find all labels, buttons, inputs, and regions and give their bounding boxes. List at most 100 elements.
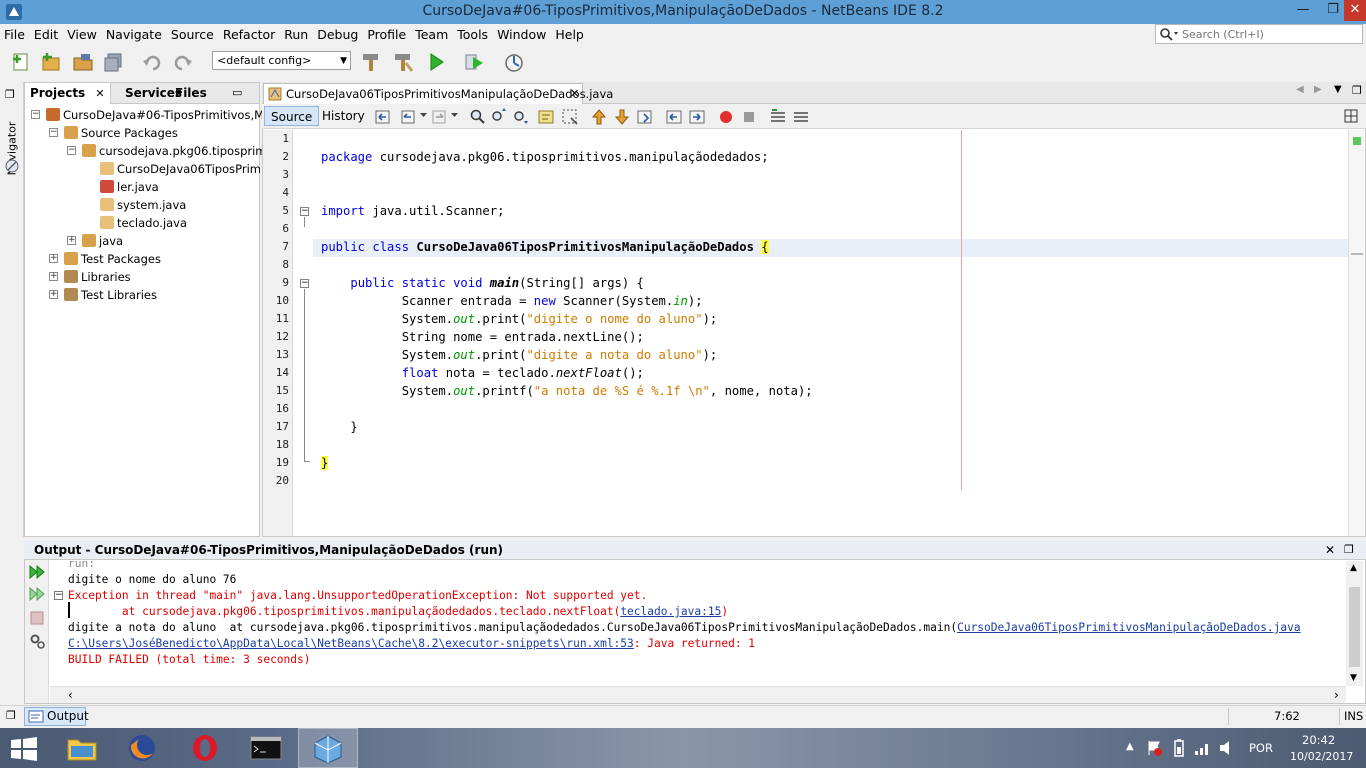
previous-bookmark-icon[interactable] <box>590 108 608 126</box>
restore-minimized-icon[interactable]: ❐ <box>6 709 16 722</box>
menu-team[interactable]: Team <box>411 24 453 46</box>
scroll-tabs-left-icon[interactable]: ◀ <box>1296 84 1304 95</box>
new-project-icon[interactable] <box>40 51 62 73</box>
stop-icon[interactable] <box>29 610 45 626</box>
uncomment-icon[interactable] <box>792 108 810 126</box>
close-tab-icon[interactable]: ✕ <box>570 84 579 104</box>
code-area[interactable]: package cursodejava.pkg06.tiposprimitivo… <box>321 130 1346 536</box>
menu-help[interactable]: Help <box>551 24 589 46</box>
clock-date[interactable]: 10/02/2017 <box>1290 750 1353 763</box>
shift-right-icon[interactable] <box>688 108 706 126</box>
editor-tab-active[interactable]: CursoDeJava06TiposPrimitivosManipulaçãoD… <box>263 83 613 104</box>
scroll-left-icon[interactable]: ‹ <box>68 688 73 702</box>
forward-dropdown-icon[interactable] <box>451 113 458 118</box>
run-icon[interactable] <box>425 51 447 73</box>
action-center-flag-icon[interactable] <box>1146 739 1162 757</box>
settings-icon[interactable] <box>28 632 46 650</box>
tree-expander-icon[interactable]: + <box>49 272 58 281</box>
undo-icon[interactable] <box>141 51 163 73</box>
restore-output-icon[interactable]: ❐ <box>1344 541 1354 559</box>
tree-expander-icon[interactable]: + <box>49 290 58 299</box>
rerun-icon[interactable] <box>28 564 46 580</box>
output-console[interactable]: run: digite o nome do aluno 76 Exception… <box>50 561 1346 686</box>
fold-import-icon[interactable]: − <box>300 207 309 216</box>
teclado-link[interactable]: teclado.java:15 <box>620 605 721 618</box>
start-macro-record-icon[interactable] <box>718 109 734 125</box>
tree-item[interactable]: Libraries <box>64 268 131 286</box>
close-button[interactable]: ✕ <box>1344 0 1366 21</box>
source-button[interactable]: Source <box>264 106 320 126</box>
config-select[interactable]: <default config> ▼ <box>212 51 351 70</box>
last-edit-icon[interactable] <box>374 108 392 126</box>
tree-expander-icon[interactable]: − <box>49 128 58 137</box>
run-xml-link[interactable]: C:\Users\JoséBenedicto\AppData\Local\Net… <box>68 637 634 650</box>
menu-run[interactable]: Run <box>280 24 313 46</box>
history-button[interactable]: History <box>316 106 371 126</box>
tree-expander-icon[interactable]: − <box>31 110 40 119</box>
search-box[interactable] <box>1155 24 1363 44</box>
find-previous-icon[interactable] <box>490 108 508 126</box>
toggle-rect-selection-icon[interactable] <box>561 108 579 126</box>
minimize-button[interactable]: — <box>1288 0 1318 21</box>
comment-icon[interactable] <box>769 108 787 126</box>
stop-macro-record-icon[interactable] <box>741 109 757 125</box>
menu-edit[interactable]: Edit <box>30 24 63 46</box>
shift-left-icon[interactable] <box>665 108 683 126</box>
close-icon[interactable]: ✕ <box>95 87 104 100</box>
tree-item[interactable]: java <box>82 232 123 250</box>
back-dropdown-icon[interactable] <box>420 113 427 118</box>
tab-files[interactable]: Files <box>170 83 212 104</box>
menu-window[interactable]: Window <box>493 24 551 46</box>
minimize-panel-icon[interactable]: ▭ <box>232 86 242 99</box>
taskbar-firefox[interactable] <box>113 728 173 768</box>
maximize-editor-icon[interactable]: ❐ <box>1352 84 1362 97</box>
save-all-icon[interactable] <box>103 51 125 73</box>
tree-item[interactable]: system.java <box>100 196 186 214</box>
tree-item[interactable]: CursoDeJava06TiposPrimitiv <box>100 160 279 178</box>
scroll-down-icon[interactable]: ▼ <box>1350 673 1357 683</box>
menu-file[interactable]: File <box>0 24 30 46</box>
tab-list-dropdown-icon[interactable]: ▼ <box>1334 84 1342 95</box>
new-file-icon[interactable] <box>10 51 32 73</box>
battery-icon[interactable] <box>1170 738 1188 758</box>
open-project-icon[interactable] <box>72 51 94 73</box>
menu-source[interactable]: Source <box>167 24 219 46</box>
search-input[interactable] <box>1182 27 1358 41</box>
menu-tools[interactable]: Tools <box>453 24 493 46</box>
collapse-exception-icon[interactable]: − <box>54 591 63 600</box>
tree-expander-icon[interactable]: + <box>67 236 76 245</box>
redo-icon[interactable] <box>172 51 194 73</box>
back-icon[interactable] <box>399 108 417 126</box>
main-class-link[interactable]: CursoDeJava06TiposPrimitivosManipulaçãoD… <box>957 621 1301 634</box>
output-vertical-scrollbar[interactable]: ▲ ▼ <box>1346 561 1363 686</box>
menu-profile[interactable]: Profile <box>363 24 411 46</box>
tree-item[interactable]: Test Libraries <box>64 286 157 304</box>
menu-debug[interactable]: Debug <box>313 24 363 46</box>
show-hidden-icons-icon[interactable]: ▲ <box>1126 741 1134 752</box>
forward-icon[interactable] <box>430 108 448 126</box>
taskbar-opera[interactable] <box>175 728 235 768</box>
toggle-bookmark-icon[interactable] <box>636 108 654 126</box>
tree-item[interactable]: ler.java <box>100 178 159 196</box>
input-language[interactable]: POR <box>1249 741 1273 755</box>
tree-item[interactable]: Source Packages <box>64 124 178 142</box>
toggle-highlight-icon[interactable] <box>537 108 555 126</box>
profile-icon[interactable] <box>503 51 525 73</box>
menu-navigate[interactable]: Navigate <box>102 24 167 46</box>
next-bookmark-icon[interactable] <box>613 108 631 126</box>
taskbar-cmd[interactable] <box>236 728 296 768</box>
tree-expander-icon[interactable]: − <box>67 146 76 155</box>
tree-item[interactable]: CursoDeJava#06-TiposPrimitivos,Manip <box>46 106 289 124</box>
split-editor-icon[interactable] <box>1344 109 1358 123</box>
scroll-thumb[interactable] <box>1349 587 1360 667</box>
restore-window-icon[interactable]: ❐ <box>5 88 15 101</box>
close-output-icon[interactable]: ✕ <box>1325 541 1335 559</box>
debug-icon[interactable] <box>463 51 485 73</box>
output-horizontal-scrollbar[interactable]: ‹ › <box>50 686 1346 703</box>
tree-expander-icon[interactable]: + <box>49 254 58 263</box>
scroll-tabs-right-icon[interactable]: ▶ <box>1314 84 1322 95</box>
tree-item[interactable]: cursodejava.pkg06.tiposprimitiv <box>82 142 284 160</box>
tree-item[interactable]: Test Packages <box>64 250 161 268</box>
build-hammer-icon[interactable] <box>360 51 382 73</box>
taskbar-file-explorer[interactable] <box>52 728 112 768</box>
